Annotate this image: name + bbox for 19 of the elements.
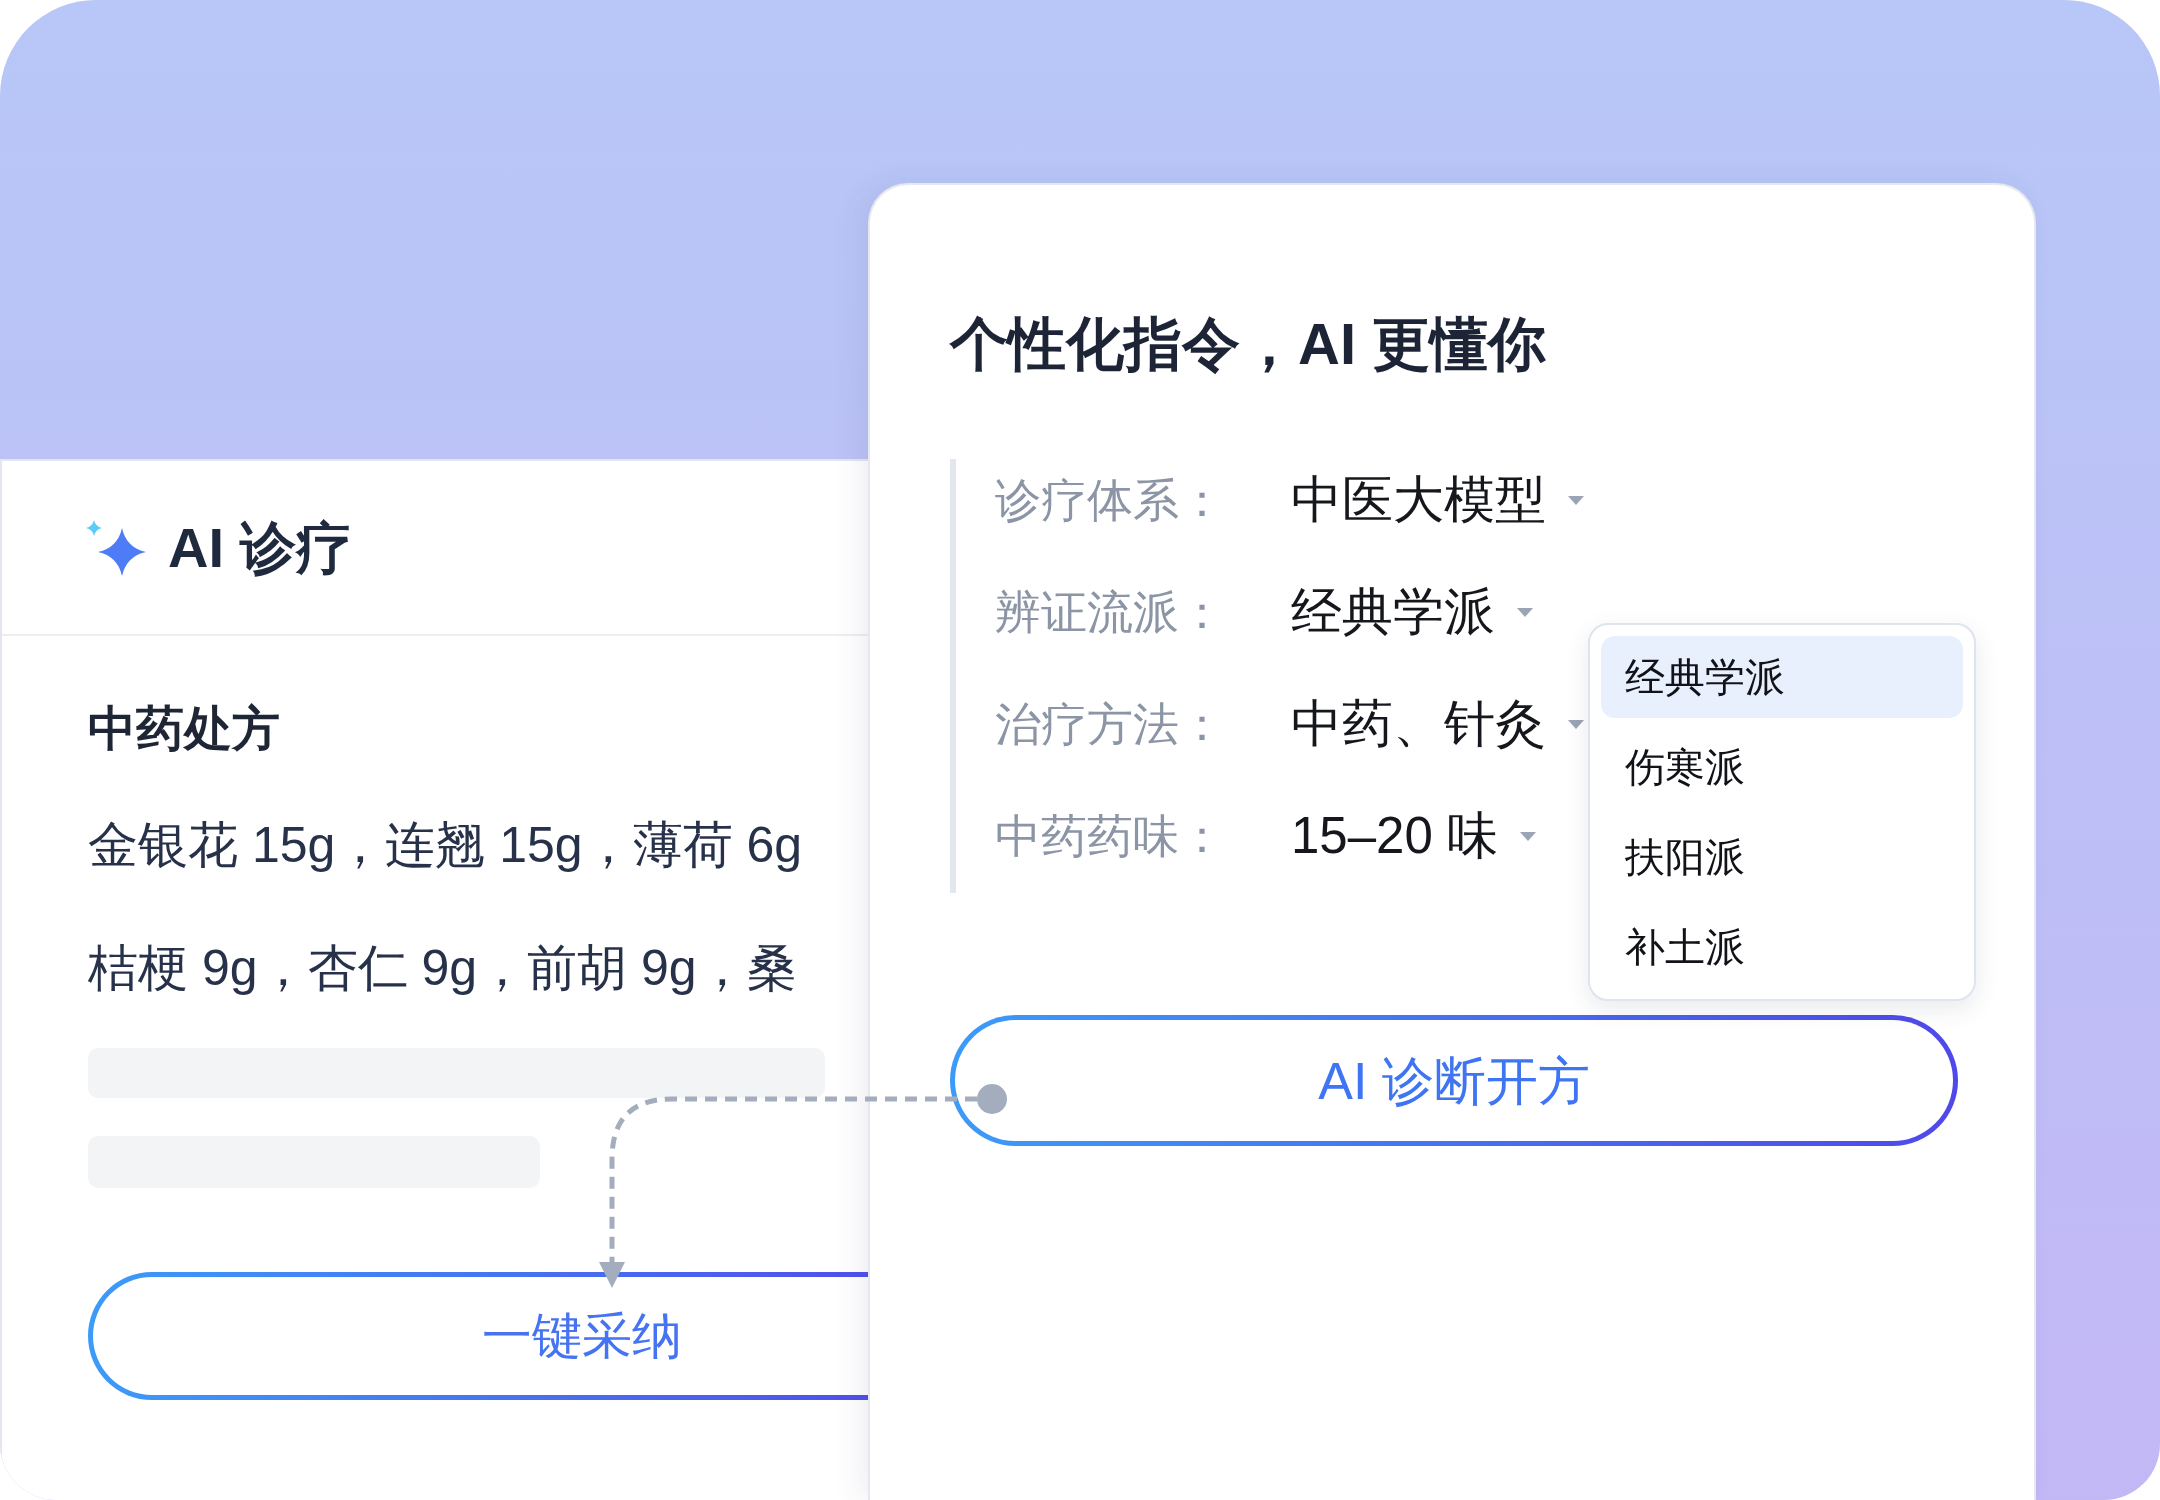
setting-label: 诊疗体系： [995,473,1226,528]
prescription-line: 金银花 15g，连翘 15g，薄荷 6g [88,816,803,875]
setting-label: 中药药味： [995,809,1226,864]
caret-icon [1517,607,1533,617]
setting-label: 治疗方法： [995,697,1226,752]
setting-label: 辨证流派： [995,585,1226,640]
prescription-line: 桔梗 9g，杏仁 9g，前胡 9g，桑 [88,939,797,998]
instruction-title: 个性化指令，AI 更懂你 [950,310,1547,378]
select-dropdown[interactable]: 经典学派 [1291,581,1533,643]
caret-icon [1568,719,1584,729]
caret-icon [1520,831,1536,841]
dropdown-option[interactable]: 经典学派 [1601,636,1963,718]
section-heading: 中药处方 [88,701,280,757]
caret-icon [1568,495,1584,505]
select-dropdown[interactable]: 中药、针灸 [1291,693,1584,755]
select-dropdown[interactable]: 15–20 味 [1291,805,1536,867]
sparkle-icon [85,519,147,576]
panel-title: AI 诊疗 [168,514,352,581]
select-dropdown[interactable]: 中医大模型 [1291,469,1584,531]
